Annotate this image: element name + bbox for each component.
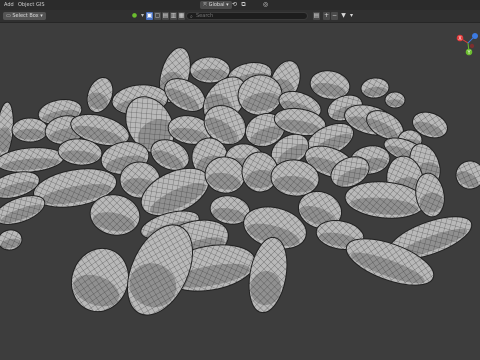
- add-icon[interactable]: +: [323, 12, 330, 20]
- snap-icon[interactable]: ⧉: [240, 1, 247, 9]
- menu-add[interactable]: Add: [3, 0, 15, 10]
- remove-icon[interactable]: −: [331, 12, 338, 20]
- transform-orientation-label: Global: [208, 2, 225, 8]
- chevron-down-icon: ▾: [226, 2, 229, 8]
- filter-icon[interactable]: ▼: [340, 12, 347, 20]
- mode-icon-1[interactable]: ▢: [154, 12, 161, 20]
- mode-icon-4[interactable]: ▦: [178, 12, 185, 20]
- select-mode-dropdown[interactable]: ▭ Select Box ▾: [3, 12, 46, 20]
- seed-shading: [14, 128, 46, 140]
- view-options-icon[interactable]: ▤: [313, 12, 320, 20]
- search-field[interactable]: ⌕: [186, 12, 308, 20]
- select-mode-label: Select Box: [12, 13, 39, 19]
- menu-object[interactable]: Object: [17, 0, 35, 10]
- search-icon: ⌕: [190, 14, 193, 20]
- pivot-icon[interactable]: ⟲: [231, 1, 238, 9]
- view-icon[interactable]: ●: [131, 12, 138, 20]
- search-input[interactable]: [196, 13, 296, 19]
- menu-gis[interactable]: GIS: [35, 0, 46, 10]
- 3d-viewport[interactable]: [0, 22, 480, 360]
- chevron-down-icon[interactable]: ▾: [348, 12, 355, 20]
- seed-shading: [386, 99, 404, 107]
- transform-orientation-dropdown[interactable]: ⤧ Global ▾: [200, 1, 232, 9]
- chevron-down-icon[interactable]: ▾: [139, 12, 146, 20]
- transform-orientation-icon: ⤧: [203, 2, 208, 8]
- mode-icon-2[interactable]: ▤: [162, 12, 169, 20]
- seed-shading: [193, 68, 227, 81]
- select-box-icon: ▭: [6, 13, 11, 19]
- select-tool-icon[interactable]: ▣: [146, 12, 153, 20]
- chevron-down-icon: ▾: [40, 13, 43, 19]
- mode-icon-3[interactable]: ▥: [170, 12, 177, 20]
- seed-mesh-pile: [0, 47, 480, 316]
- proportional-edit-icon[interactable]: ◎: [262, 1, 269, 9]
